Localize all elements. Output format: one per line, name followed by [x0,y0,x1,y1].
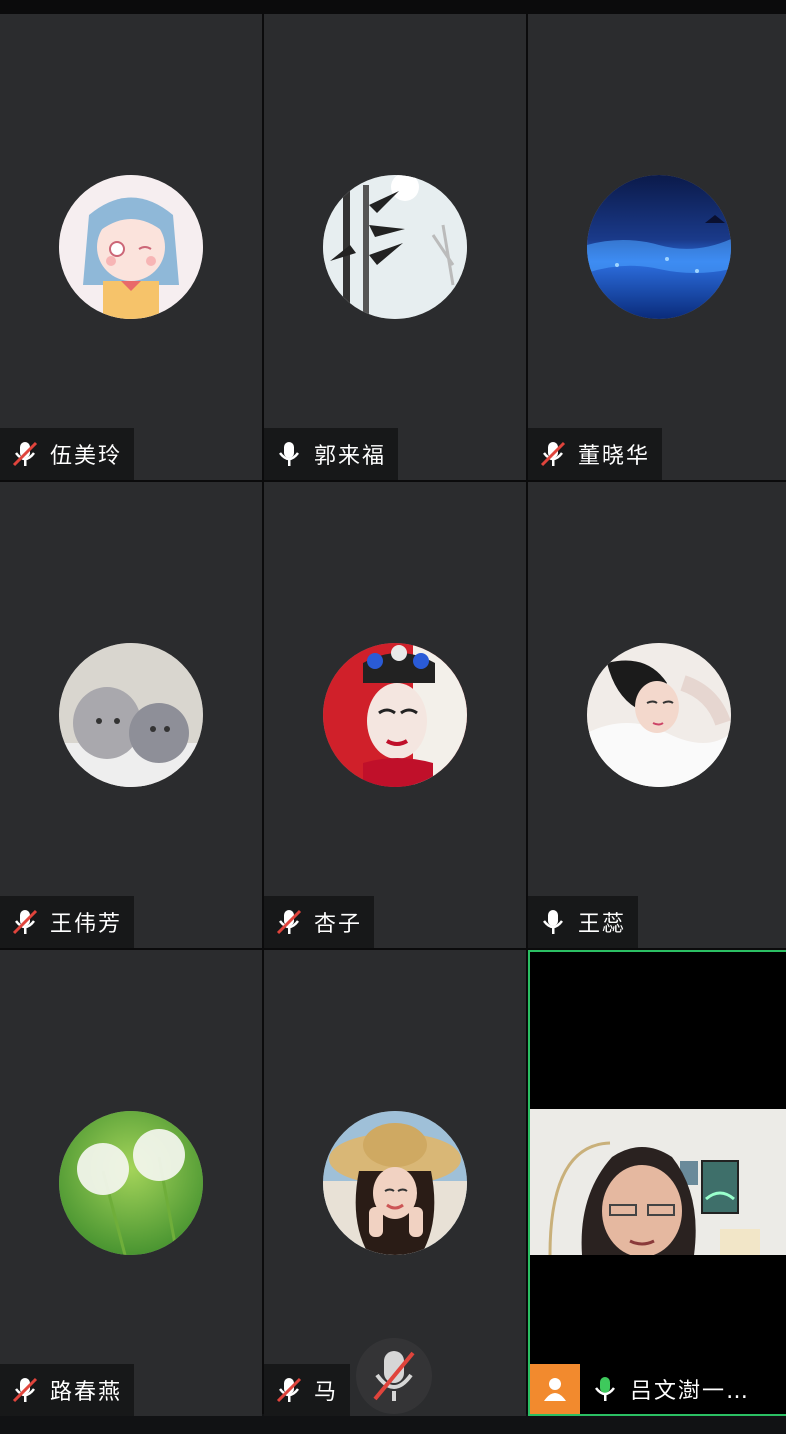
kittens-avatar [59,643,203,787]
participant-name: 吕文澍一… [630,1379,751,1404]
participant-name: 马 [314,1380,339,1405]
participant-nameplate: 董晓华 [528,428,663,480]
live-video [530,1109,786,1255]
participant-tile[interactable]: 伍美玲 [0,14,262,480]
mic-on-icon [274,439,304,469]
mic-muted-icon [10,907,40,937]
participant-nameplate: 路春燕 [0,1364,135,1416]
mic-muted-icon [10,1375,40,1405]
participant-name: 杏子 [314,912,363,937]
participant-nameplate: 郭来福 [264,428,399,480]
opera-mask-avatar [323,643,467,787]
mute-toggle-button[interactable] [356,1338,432,1414]
mic-muted-icon [538,439,568,469]
participant-name: 郭来福 [314,444,387,469]
mic-muted-icon [373,1351,415,1401]
mic-muted-icon [10,439,40,469]
participant-name: 王伟芳 [50,912,123,937]
mic-on-icon [538,907,568,937]
participant-nameplate: 伍美玲 [0,428,135,480]
participant-name: 董晓华 [578,444,651,469]
participant-name: 伍美玲 [50,444,123,469]
mic-active-icon [590,1374,620,1404]
mic-muted-icon [274,907,304,937]
straw-hat-woman-avatar [323,1111,467,1255]
bamboo-ink-avatar [323,175,467,319]
participant-name: 王蕊 [578,912,627,937]
participant-name: 路春燕 [50,1380,123,1405]
participant-tile[interactable]: 董晓华 [528,14,786,480]
participant-nameplate: 杏子 [264,896,375,948]
woman-resting-avatar [587,643,731,787]
participant-grid: 伍美玲 郭来福 董晓华 王伟芳 杏子 王蕊 路春燕 马 吕文澍一… [0,14,786,1416]
participant-tile[interactable]: 王蕊 [528,482,786,948]
participant-tile[interactable]: 路春燕 [0,950,262,1416]
participant-tile[interactable]: 王伟芳 [0,482,262,948]
mic-muted-icon [274,1375,304,1405]
participant-nameplate: 吕文澍一… [580,1364,786,1414]
participant-nameplate: 王伟芳 [0,896,135,948]
cartoon-girl-avatar [59,175,203,319]
participant-tile[interactable]: 郭来福 [264,14,526,480]
participant-nameplate: 王蕊 [528,896,639,948]
dandelion-avatar [59,1111,203,1255]
participant-tile[interactable]: 杏子 [264,482,526,948]
person-icon[interactable] [530,1364,580,1414]
participant-nameplate: 马 [264,1364,351,1416]
self-video-tile[interactable]: 吕文澍一… [528,950,786,1416]
status-bar [0,0,786,14]
glowing-sea-avatar [587,175,731,319]
